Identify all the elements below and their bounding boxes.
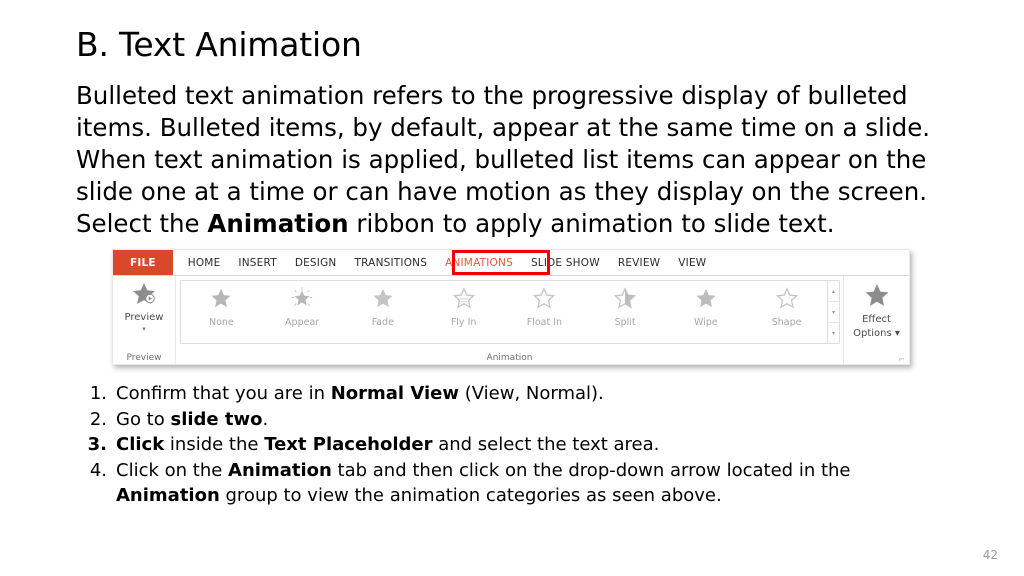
- step-segment-bold: Normal View: [330, 383, 459, 404]
- step-segment: Click on the: [116, 459, 229, 481]
- ribbon-content-area: Preview ▾ Preview None Appear Fade Fly I…: [113, 276, 909, 364]
- step-number: 1.: [89, 383, 107, 404]
- animation-gallery: None Appear Fade Fly In Float In Split W…: [180, 280, 840, 344]
- ribbon-group-animation: None Appear Fade Fly In Float In Split W…: [175, 276, 843, 364]
- animation-item-label: Fly In: [450, 317, 477, 328]
- animation-item-wipe[interactable]: Wipe: [666, 287, 747, 328]
- animation-item-fade[interactable]: Fade: [343, 287, 424, 328]
- step-segment: tab and then click on the drop-down arro…: [331, 459, 851, 481]
- step-segment-bold: Click: [116, 434, 165, 455]
- ribbon-tab-review[interactable]: REVIEW: [609, 250, 669, 275]
- animation-item-label: Fade: [371, 317, 395, 328]
- step-text: Click on the Animation tab and then clic…: [116, 458, 914, 509]
- step-text: Click inside the Text Placeholder and se…: [116, 432, 914, 458]
- list-item: 3. Click inside the Text Placeholder and…: [84, 432, 914, 458]
- page-title: B. Text Animation: [76, 25, 362, 64]
- gallery-more-dropdown-icon[interactable]: ▾: [828, 323, 839, 343]
- animation-item-none[interactable]: None: [181, 287, 262, 328]
- effect-options-label-line1[interactable]: Effect: [862, 314, 891, 326]
- star-solid-icon: [864, 282, 890, 312]
- star-split-icon: [613, 287, 637, 313]
- ribbon-tab-insert[interactable]: INSERT: [229, 250, 285, 275]
- step-text: Confirm that you are in Normal View (Vie…: [116, 381, 914, 407]
- step-segment-bold: Animation: [116, 485, 220, 506]
- step-segment-bold: Text Placeholder: [264, 434, 433, 455]
- step-number: 2.: [89, 408, 107, 430]
- effect-options-label-line2[interactable]: Options ▾: [853, 328, 900, 340]
- ribbon-tab-animations[interactable]: ANIMATIONS: [436, 250, 522, 275]
- ribbon-tab-view[interactable]: VIEW: [669, 250, 715, 275]
- powerpoint-ribbon-screenshot: FILE HOME INSERT DESIGN TRANSITIONS ANIM…: [112, 249, 910, 365]
- star-outline-icon: [775, 287, 798, 313]
- animation-item-label: None: [208, 317, 234, 328]
- star-solid-icon: [210, 287, 232, 313]
- animation-item-label: Wipe: [694, 317, 718, 328]
- step-segment-bold: Animation: [228, 459, 332, 481]
- step-number: 4.: [89, 459, 107, 481]
- animation-item-shape[interactable]: Shape: [746, 287, 827, 328]
- animation-item-label: Appear: [285, 317, 320, 328]
- star-fly-in-icon: [452, 287, 475, 313]
- step-text: Go to slide two.: [116, 407, 914, 433]
- step-number: 3.: [87, 434, 107, 455]
- ribbon-tab-design[interactable]: DESIGN: [286, 250, 346, 275]
- dialog-launcher-icon[interactable]: ⌐: [898, 355, 905, 364]
- step-segment: Confirm that you are in: [116, 383, 331, 404]
- step-segment: and select the text area.: [432, 434, 660, 455]
- gallery-scroll-controls[interactable]: ▴ ▾ ▾: [827, 281, 839, 343]
- step-segment: inside the: [164, 434, 265, 455]
- ribbon-tab-file[interactable]: FILE: [113, 250, 173, 275]
- animation-item-label: Split: [614, 317, 636, 328]
- star-burst-icon: [291, 287, 313, 313]
- numbered-steps-list: 1. Confirm that you are in Normal View (…: [84, 381, 914, 509]
- animation-group-label: Animation: [486, 353, 533, 363]
- body-text-part2: ribbon to apply animation to slide text.: [348, 209, 835, 238]
- star-solid-icon: [372, 287, 394, 313]
- ribbon-tab-home[interactable]: HOME: [179, 250, 230, 275]
- animation-item-split[interactable]: Split: [585, 287, 666, 328]
- list-item: 2. Go to slide two.: [84, 407, 914, 433]
- ribbon-group-effect-options: Effect Options ▾ ⌐: [843, 276, 909, 364]
- body-emphasis-animation: Animation: [207, 209, 349, 238]
- ribbon-group-preview: Preview ▾ Preview: [113, 276, 175, 364]
- body-paragraph: Bulleted text animation refers to the pr…: [76, 80, 936, 240]
- list-item: 1. Confirm that you are in Normal View (…: [84, 381, 914, 407]
- preview-group-label: Preview: [126, 353, 162, 363]
- animation-item-label: Shape: [771, 317, 802, 328]
- scroll-up-icon[interactable]: ▴: [828, 281, 839, 302]
- step-segment: group to view the animation categories a…: [219, 485, 722, 506]
- step-segment-bold: slide two: [170, 408, 263, 430]
- star-play-icon: [131, 281, 157, 311]
- list-item: 4. Click on the Animation tab and then c…: [84, 458, 914, 509]
- star-outline-icon: [533, 287, 556, 313]
- animation-item-appear[interactable]: Appear: [262, 287, 343, 328]
- animation-item-fly-in[interactable]: Fly In: [423, 287, 504, 328]
- step-segment: (View, Normal).: [458, 383, 604, 404]
- star-solid-icon: [695, 287, 717, 313]
- animation-item-float-in[interactable]: Float In: [504, 287, 585, 328]
- ribbon-tab-strip: FILE HOME INSERT DESIGN TRANSITIONS ANIM…: [113, 250, 909, 276]
- chevron-down-icon[interactable]: ▾: [142, 325, 146, 333]
- scroll-down-icon[interactable]: ▾: [828, 302, 839, 323]
- step-segment: Go to: [116, 408, 171, 430]
- ribbon-tab-slide-show[interactable]: SLIDE SHOW: [522, 250, 609, 275]
- preview-button-label[interactable]: Preview: [125, 312, 164, 324]
- animation-gallery-items: None Appear Fade Fly In Float In Split W…: [181, 281, 827, 343]
- ribbon-tab-transitions[interactable]: TRANSITIONS: [346, 250, 437, 275]
- step-segment: .: [262, 408, 269, 430]
- animation-item-label: Float In: [526, 317, 563, 328]
- page-number: 42: [982, 548, 998, 562]
